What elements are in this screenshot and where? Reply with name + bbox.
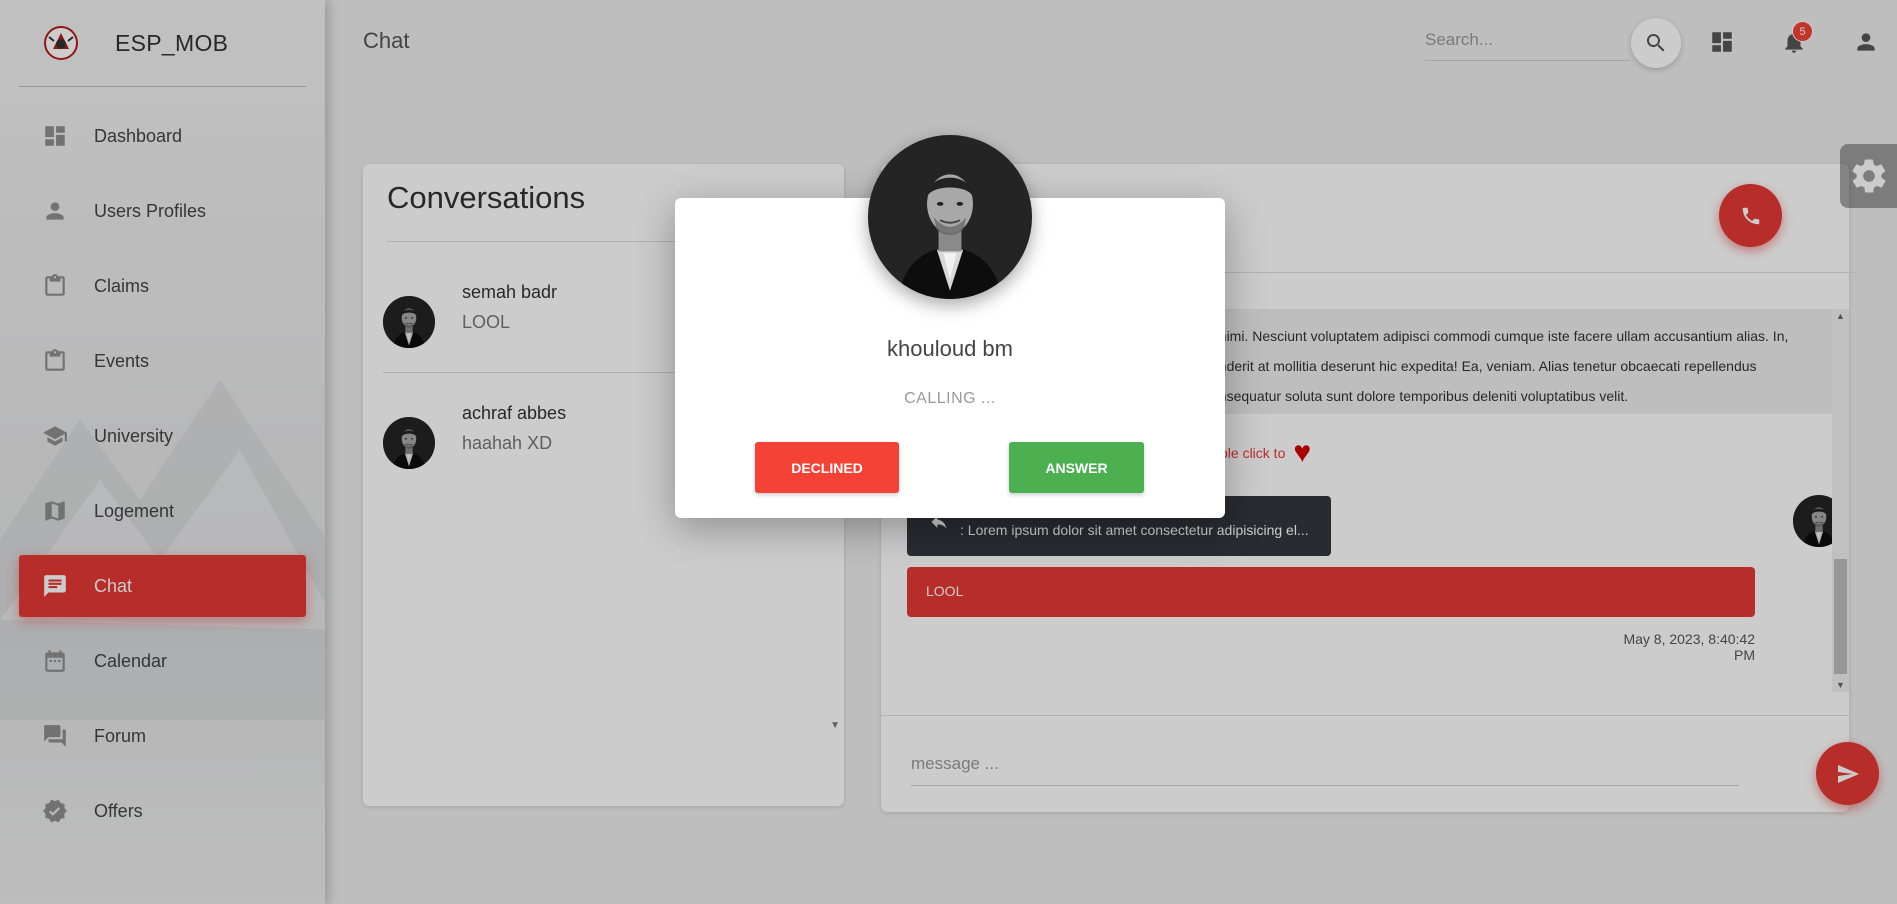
answer-call-button[interactable]: ANSWER: [1009, 442, 1144, 493]
caller-avatar: [868, 135, 1032, 299]
decline-call-button[interactable]: DECLINED: [755, 442, 899, 493]
caller-name: khouloud bm: [887, 336, 1013, 361]
incoming-call-dialog: khouloud bm CALLING ... DECLINED ANSWER: [675, 198, 1225, 518]
call-status: CALLING ...: [904, 390, 996, 407]
